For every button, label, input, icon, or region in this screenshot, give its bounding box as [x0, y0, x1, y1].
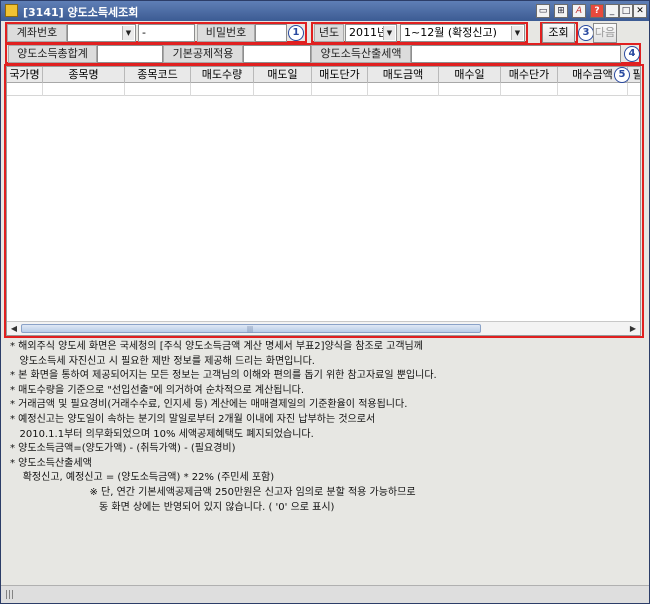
- table-row[interactable]: [7, 83, 640, 96]
- account-number-field[interactable]: ▼: [67, 24, 136, 42]
- pin-icon[interactable]: ⊞: [554, 4, 568, 18]
- year-value: 2011년: [349, 26, 388, 39]
- note-line: * 양도소득금액=(양도가액) - (취득가액) - (필요경비): [10, 443, 236, 455]
- period-range-select[interactable]: 1~12월 (확정신고) ▼: [400, 24, 525, 42]
- close-icon[interactable]: ✕: [633, 4, 647, 18]
- column-header[interactable]: 매수단가: [501, 67, 558, 83]
- total-value-field: [97, 45, 163, 63]
- app-icon: [5, 4, 18, 17]
- account-sub-field[interactable]: -: [138, 24, 195, 42]
- query-button[interactable]: 조회: [542, 23, 575, 43]
- note-line: * 양도소득산출세액: [10, 457, 92, 469]
- note-line: 양도소득세 자진신고 시 필요한 제반 정보를 제공해 드리는 화면입니다.: [10, 355, 315, 367]
- scroll-thumb[interactable]: |||: [21, 324, 481, 333]
- marker-3: 3: [578, 25, 594, 41]
- scroll-right-icon[interactable]: ▶: [627, 323, 639, 334]
- total-label: 양도소득총합계: [8, 45, 97, 63]
- note-line: * 본 화면을 통하여 제공되어지는 모든 정보는 고객님의 이해와 편의를 돕…: [10, 370, 437, 382]
- restore-icon[interactable]: ▭: [536, 4, 550, 18]
- chevron-down-icon[interactable]: ▼: [511, 26, 523, 40]
- column-header[interactable]: 매도단가: [312, 67, 368, 83]
- note-line: * 예정신고는 양도일이 속하는 분기의 말일로부터 2개월 이내에 자진 납부…: [10, 413, 376, 425]
- grip-icon[interactable]: |||: [5, 590, 14, 600]
- column-header[interactable]: 매도일: [254, 67, 312, 83]
- year-select[interactable]: 2011년 ▼: [345, 24, 397, 42]
- note-line: 2010.1.1부터 의무화되었으며 10% 세액공제혜택도 폐지되었습니다.: [10, 428, 314, 440]
- chevron-down-icon[interactable]: ▼: [122, 26, 134, 40]
- deduction-label: 기본공제적용: [163, 45, 243, 63]
- note-line: * 해외주식 양도세 화면은 국세청의 [주식 양도소득금액 계산 명세서 부표…: [10, 341, 423, 352]
- help-icon[interactable]: ?: [590, 4, 604, 18]
- app-window: [3141] 양도소득세조회 ▭ ⊞ A ? _ □ ✕ 계좌번호 ▼ - 비밀…: [0, 0, 650, 604]
- note-line: * 거래금액 및 필요경비(거래수수료, 인지세 등) 계산에는 매매결제일의 …: [10, 399, 408, 411]
- password-field[interactable]: [255, 24, 287, 42]
- column-header[interactable]: 매도금액: [368, 67, 439, 83]
- minimize-icon[interactable]: _: [605, 4, 619, 18]
- chevron-down-icon[interactable]: ▼: [383, 26, 395, 40]
- marker-5: 5: [614, 67, 630, 83]
- column-header[interactable]: 매수일: [439, 67, 501, 83]
- column-header[interactable]: 국가명: [7, 67, 43, 83]
- account-sub-value: -: [142, 26, 146, 39]
- maximize-icon[interactable]: □: [619, 4, 633, 18]
- tax-label: 양도소득산출세액: [311, 45, 411, 63]
- window-title: [3141] 양도소득세조회: [23, 6, 139, 19]
- font-icon[interactable]: A: [572, 4, 586, 18]
- column-header[interactable]: 매도수량: [191, 67, 254, 83]
- result-grid[interactable]: 국가명 종목명 종목코드 매도수량 매도일 매도단가 매도금액 매수일 매수단가…: [6, 66, 641, 336]
- notes-panel: * 해외주식 양도세 화면은 국세청의 [주식 양도소득금액 계산 명세서 부표…: [10, 340, 640, 515]
- grid-header: 국가명 종목명 종목코드 매도수량 매도일 매도단가 매도금액 매수일 매수단가…: [7, 67, 640, 83]
- title-bar: [3141] 양도소득세조회 ▭ ⊞ A ? _ □ ✕: [1, 1, 649, 21]
- password-label: 비밀번호: [197, 24, 255, 42]
- column-header[interactable]: 종목코드: [125, 67, 191, 83]
- next-button[interactable]: 다음: [593, 23, 617, 43]
- year-label: 년도: [314, 24, 344, 42]
- status-bar: |||: [1, 585, 649, 603]
- marker-1: 1: [288, 25, 304, 41]
- tax-value-field: [411, 45, 621, 63]
- marker-4: 4: [624, 46, 640, 62]
- period-range-value: 1~12월 (확정신고): [404, 26, 497, 39]
- column-header[interactable]: 종목명: [43, 67, 125, 83]
- note-line: 동 화면 상에는 반영되어 있지 않습니다. ( '0' 으로 표시): [10, 501, 335, 513]
- note-line: 확정신고, 예정신고 = (양도소득금액) * 22% (주민세 포함): [10, 472, 275, 484]
- deduction-value-field: [243, 45, 311, 63]
- scroll-left-icon[interactable]: ◀: [8, 323, 20, 334]
- horizontal-scrollbar[interactable]: ◀ ||| ▶: [7, 321, 640, 335]
- note-line: ※ 단, 연간 기본세액공제금액 250만원은 신고자 임의로 분할 적용 가능…: [10, 486, 416, 498]
- account-label: 계좌번호: [7, 24, 67, 42]
- note-line: * 매도수량을 기준으로 "선입선출"에 의거하여 순차적으로 계산됩니다.: [10, 384, 305, 396]
